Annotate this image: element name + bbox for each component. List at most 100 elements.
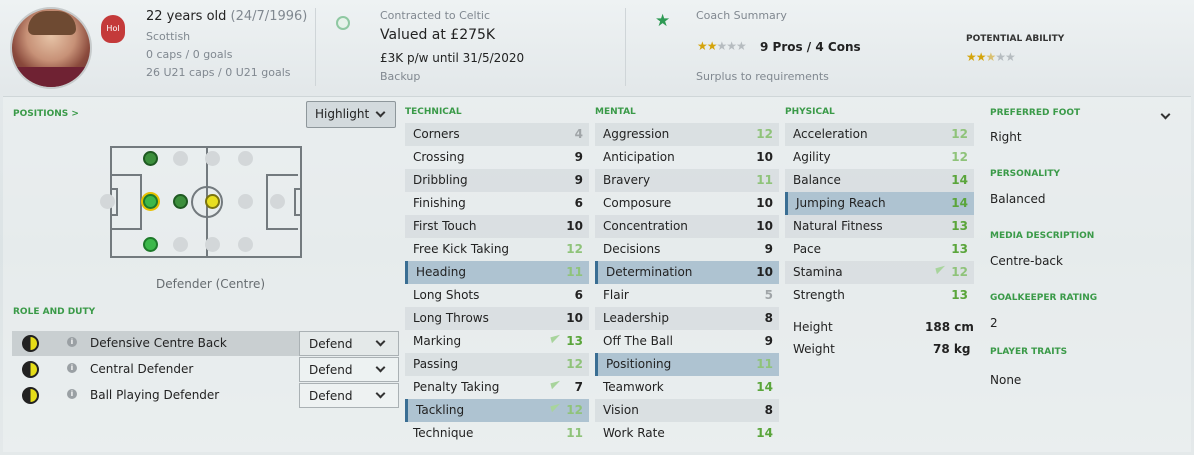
attribute-row-mental[interactable]: Composure 10 [595,192,779,215]
role-name: Defensive Centre Back [90,336,227,350]
attribute-row-mental[interactable]: Positioning 11 [595,353,779,376]
attribute-row-mental[interactable]: Concentration 10 [595,215,779,238]
attribute-name: Dribbling [413,173,468,187]
attribute-row-mental[interactable]: Vision 8 [595,399,779,422]
position-dot[interactable] [205,151,220,166]
preferred-foot-value: Right [990,130,1022,144]
attribute-name: Flair [603,288,629,302]
attribute-row-technical[interactable]: Technique 11 [405,422,589,445]
attribute-row-mental[interactable]: Bravery 11 [595,169,779,192]
attribute-row-mental[interactable]: Leadership 8 [595,307,779,330]
position-dot-dm[interactable] [173,194,188,209]
physical-title: PHYSICAL [785,107,835,117]
attribute-value: 11 [756,357,773,371]
positions-title[interactable]: POSITIONS > [13,109,79,119]
attribute-row-technical[interactable]: Passing 12 [405,353,589,376]
attribute-name: First Touch [413,219,477,233]
nationality[interactable]: Scottish [146,30,190,43]
u21-caps: 26 U21 caps / 0 U21 goals [146,66,291,79]
attribute-name: Penalty Taking [413,380,500,394]
attribute-value: 12 [756,127,773,141]
info-icon[interactable]: i [67,337,77,347]
attribute-row-physical[interactable]: Acceleration 12 [785,123,974,146]
surplus-status: Surplus to requirements [696,70,829,83]
attribute-value: 5 [764,288,773,302]
attribute-value: 11 [756,173,773,187]
attribute-row-mental[interactable]: Off The Ball 9 [595,330,779,353]
coach-summary-label: Coach Summary [696,9,787,22]
pros-cons[interactable]: 9 Pros / 4 Cons [760,40,861,54]
position-dot-dc-natural[interactable] [143,194,158,209]
attribute-value: 14 [756,380,773,394]
attribute-row-technical[interactable]: Finishing 6 [405,192,589,215]
position-dot[interactable] [173,151,188,166]
trend-up-icon [550,403,562,413]
attribute-name: Aggression [603,127,670,141]
attribute-value: 8 [764,311,773,325]
attribute-row-mental[interactable]: Work Rate 14 [595,422,779,445]
attribute-row-mental[interactable]: Anticipation 10 [595,146,779,169]
attribute-row-physical[interactable]: Agility 12 [785,146,974,169]
info-icon[interactable]: i [67,363,77,373]
attribute-row-physical[interactable]: Balance 14 [785,169,974,192]
info-icon[interactable]: i [67,389,77,399]
position-dot-dc-left[interactable] [143,151,158,166]
position-dot[interactable] [270,194,285,209]
club-crest-icon[interactable] [336,16,350,30]
attribute-row-technical[interactable]: Crossing 9 [405,146,589,169]
attribute-value: 10 [756,265,773,279]
player-value: Valued at £275K [380,27,496,43]
goalkeeper-rating-value: 2 [990,316,998,330]
position-dot-mc[interactable] [205,194,220,209]
attribute-row-physical[interactable]: Stamina 12 [785,261,974,284]
attribute-name: Leadership [603,311,669,325]
position-dot-dc-right[interactable] [143,237,158,252]
coach-rating-stars[interactable]: ★★★★★ [697,39,747,53]
attribute-row-technical[interactable]: Heading 11 [405,261,589,284]
duty-dropdown[interactable]: Defend [299,383,399,408]
position-dot[interactable] [238,151,253,166]
attribute-row-technical[interactable]: Long Throws 10 [405,307,589,330]
attribute-row-technical[interactable]: First Touch 10 [405,215,589,238]
role-row[interactable]: i Defensive Centre Back Defend [12,331,399,356]
contract-label[interactable]: Contracted to Celtic [380,9,490,22]
highlight-dropdown[interactable]: Highlight [306,101,396,128]
duty-dropdown[interactable]: Defend [299,331,399,356]
trend-up-icon [935,265,947,275]
player-traits-value: None [990,373,1022,387]
attribute-value: 9 [764,242,773,256]
attribute-value: 9 [574,150,583,164]
attribute-row-technical[interactable]: Long Shots 6 [405,284,589,307]
attribute-row-physical[interactable]: Pace 13 [785,238,974,261]
role-name: Ball Playing Defender [90,388,220,402]
attribute-row-physical[interactable]: Strength 13 [785,284,974,307]
attribute-value: 14 [951,173,968,187]
player-header: Hol 22 years old (24/7/1996) Scottish 0 … [0,0,1194,92]
attribute-row-technical[interactable]: Tackling 12 [405,399,589,422]
attribute-row-technical[interactable]: Dribbling 9 [405,169,589,192]
attribute-row-mental[interactable]: Aggression 12 [595,123,779,146]
role-row[interactable]: i Central Defender Defend [12,357,399,382]
position-dot[interactable] [205,237,220,252]
goalkeeper-rating-label: GOALKEEPER RATING [990,293,1098,303]
duty-dropdown[interactable]: Defend [299,357,399,382]
attribute-row-mental[interactable]: Flair 5 [595,284,779,307]
position-dot[interactable] [238,237,253,252]
attribute-row-technical[interactable]: Marking 13 [405,330,589,353]
position-dot[interactable] [100,194,115,209]
attribute-row-mental[interactable]: Decisions 9 [595,238,779,261]
attribute-value: 10 [756,196,773,210]
attribute-value: 10 [756,219,773,233]
position-dot[interactable] [238,194,253,209]
position-dot[interactable] [173,237,188,252]
attribute-row-mental[interactable]: Teamwork 14 [595,376,779,399]
attribute-row-mental[interactable]: Determination 10 [595,261,779,284]
role-row[interactable]: i Ball Playing Defender Defend [12,383,399,408]
attribute-row-technical[interactable]: Corners 4 [405,123,589,146]
attribute-row-technical[interactable]: Free Kick Taking 12 [405,238,589,261]
attribute-row-physical[interactable]: Jumping Reach 14 [785,192,974,215]
attribute-row-physical[interactable]: Natural Fitness 13 [785,215,974,238]
player-avatar[interactable] [10,7,92,89]
attribute-row-technical[interactable]: Penalty Taking 7 [405,376,589,399]
weight-label: Weight [793,342,835,356]
